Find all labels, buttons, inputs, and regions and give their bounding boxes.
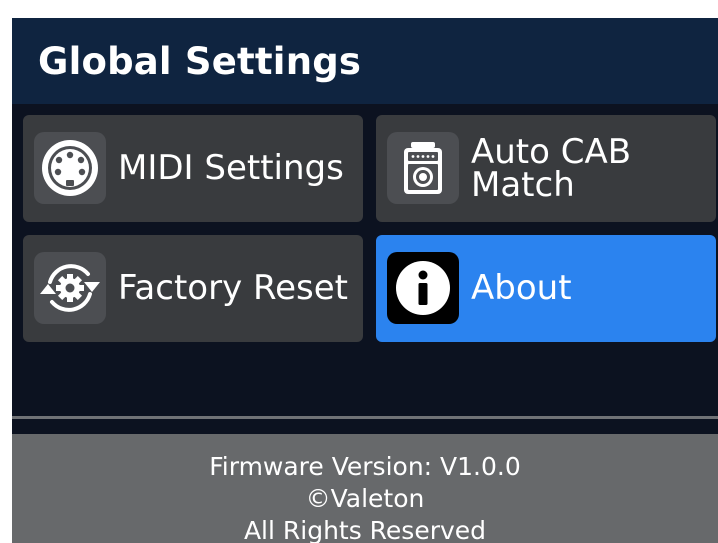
- factory-reset-label: Factory Reset: [118, 268, 348, 308]
- page-title: Global Settings: [38, 40, 362, 83]
- factory-reset-button[interactable]: Factory Reset: [23, 235, 363, 342]
- reset-gear-icon: [34, 252, 106, 324]
- midi-settings-button[interactable]: MIDI Settings: [23, 115, 363, 222]
- firmware-version-text: Firmware Version: V1.0.0: [209, 452, 521, 481]
- info-icon: [387, 252, 459, 324]
- midi-settings-label: MIDI Settings: [118, 148, 344, 188]
- about-label: About: [471, 268, 572, 308]
- footer-divider: [12, 416, 718, 419]
- copyright-text: ©Valeton: [305, 484, 425, 513]
- device-screen: Global Settings MIDI Settings Auto CAB M…: [12, 18, 718, 543]
- auto-cab-match-button[interactable]: Auto CAB Match: [376, 115, 716, 222]
- header-bar: Global Settings: [12, 18, 718, 104]
- rights-text: All Rights Reserved: [243, 516, 487, 543]
- footer-panel: Firmware Version: V1.0.0 ©Valeton All Ri…: [12, 434, 718, 543]
- about-button[interactable]: About: [376, 235, 716, 342]
- midi-connector-icon: [34, 132, 106, 204]
- auto-cab-match-label: Auto CAB Match: [471, 131, 632, 205]
- cabinet-speaker-icon: [387, 132, 459, 204]
